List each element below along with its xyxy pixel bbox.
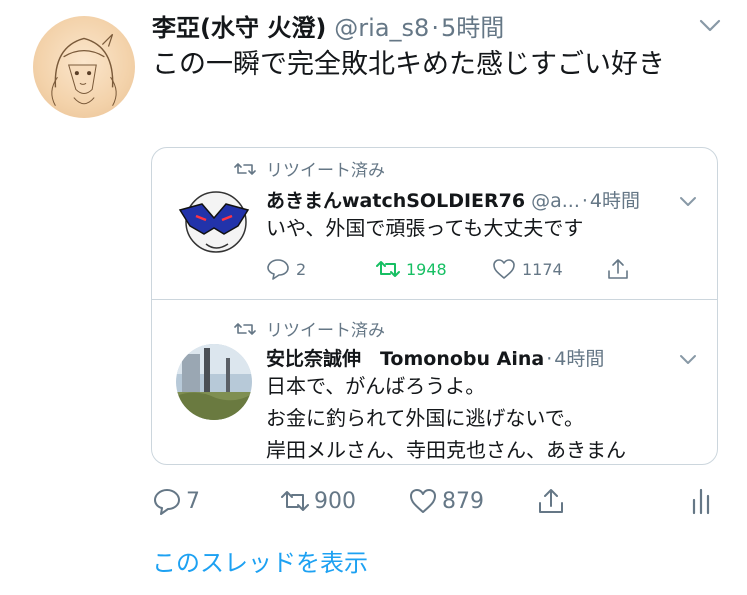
- tweet-text: この一瞬で完全敗北キめた感じすごい好き: [152, 49, 665, 80]
- quoted-author-name[interactable]: 安比奈誠伸 Tomonobu Aina: [266, 344, 544, 371]
- show-thread-link[interactable]: このスレッドを表示: [152, 543, 368, 578]
- quoted-tweet[interactable]: リツイート済み あきまんwatchSOLDIER76 @a... · 4時間 い…: [151, 147, 718, 465]
- time-separator: ·: [431, 14, 439, 42]
- quoted-tweet-actions: 2 1948 1174: [266, 258, 628, 286]
- quoted-author-handle[interactable]: @a...: [531, 190, 580, 212]
- chevron-down-icon[interactable]: [677, 350, 699, 368]
- tweet-actions: 7 900 879: [152, 487, 722, 527]
- author-name[interactable]: 李亞(水守 火澄): [152, 8, 326, 43]
- chevron-down-icon[interactable]: [677, 192, 699, 210]
- quoted-tweet-header: 安比奈誠伸 Tomonobu Aina · 4時間: [266, 344, 604, 371]
- share-icon: [608, 259, 628, 279]
- author-avatar[interactable]: [33, 16, 135, 118]
- retweet-button[interactable]: 900: [280, 487, 356, 515]
- heart-icon: [493, 259, 515, 279]
- analytics-icon: [692, 488, 710, 515]
- time-separator: ·: [581, 190, 588, 212]
- quoted-tweet-text-line: 岸田メルさん、寺田克也さん、あきまん: [266, 438, 626, 462]
- quoted-divider: [152, 299, 717, 300]
- quoted-author-name[interactable]: あきまんwatchSOLDIER76: [266, 186, 525, 213]
- author-handle[interactable]: @ria_s8: [334, 14, 429, 42]
- retweet-icon: [376, 261, 400, 277]
- like-count: 879: [442, 488, 484, 514]
- quoted-like-button[interactable]: 1174: [492, 258, 563, 280]
- quoted-retweet-count: 1948: [406, 259, 447, 279]
- quoted-retweet-button[interactable]: 1948: [376, 258, 447, 280]
- quoted-like-count: 1174: [522, 259, 563, 279]
- chevron-down-icon[interactable]: [697, 14, 723, 36]
- quoted-reply-button[interactable]: 2: [266, 258, 306, 280]
- quoted-tweet-text: いや、外国で頑張っても大丈夫です: [266, 216, 584, 240]
- reply-icon: [154, 489, 180, 515]
- time-separator: ·: [546, 348, 553, 370]
- share-icon: [539, 489, 563, 513]
- quoted-tweet-time[interactable]: 4時間: [554, 344, 604, 371]
- quoted-author-avatar[interactable]: [176, 184, 252, 260]
- analytics-button[interactable]: [686, 487, 720, 515]
- retweeted-indicator: リツイート済み: [234, 316, 385, 341]
- quoted-reply-count: 2: [296, 259, 307, 279]
- quoted-tweet-header: あきまんwatchSOLDIER76 @a... · 4時間: [266, 186, 640, 213]
- retweeted-indicator: リツイート済み: [234, 156, 385, 181]
- quoted-share-button[interactable]: [606, 258, 636, 280]
- reply-icon: [267, 259, 289, 280]
- quoted-tweet-text-line: 日本で、がんばろうよ。: [266, 374, 486, 398]
- retweet-icon: [234, 162, 256, 175]
- retweet-count: 900: [314, 488, 356, 514]
- tweet-time[interactable]: 5時間: [441, 8, 504, 43]
- retweet-icon: [281, 491, 309, 511]
- tweet-header: 李亞(水守 火澄) @ria_s8 · 5時間: [152, 8, 504, 42]
- share-button[interactable]: [536, 487, 570, 515]
- like-button[interactable]: 879: [408, 487, 484, 515]
- quoted-tweet-time[interactable]: 4時間: [590, 186, 640, 213]
- heart-icon: [410, 489, 436, 513]
- retweet-icon: [234, 322, 256, 335]
- quoted-tweet-text-line: お金に釣られて外国に逃げないで。: [266, 406, 584, 430]
- retweeted-label: リツイート済み: [266, 161, 385, 181]
- quoted-author-avatar[interactable]: [176, 344, 252, 420]
- reply-count: 7: [186, 488, 200, 514]
- reply-button[interactable]: 7: [152, 487, 200, 515]
- retweeted-label: リツイート済み: [266, 321, 385, 341]
